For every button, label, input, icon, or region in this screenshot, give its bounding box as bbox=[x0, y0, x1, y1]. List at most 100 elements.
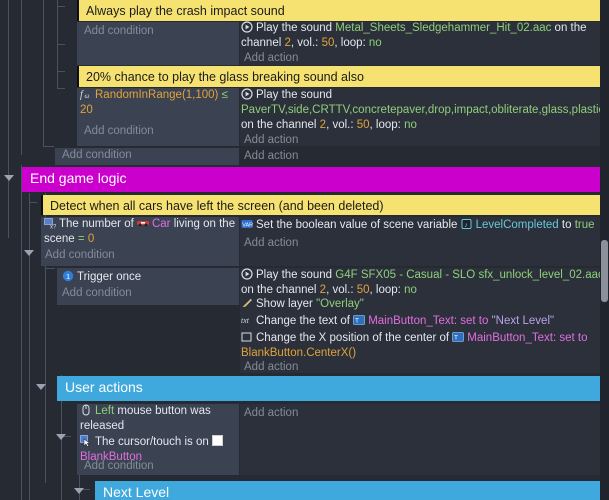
mouse-button: Left bbox=[95, 405, 115, 417]
loop-value: no bbox=[368, 37, 382, 49]
add-action-link[interactable]: Add action bbox=[244, 133, 298, 148]
action-text-pre: Show layer bbox=[256, 298, 317, 310]
svg-text:T: T bbox=[454, 335, 458, 342]
add-condition-bar[interactable]: Add condition bbox=[55, 148, 239, 165]
comment-glass-chance[interactable]: 20% chance to play the glass breaking so… bbox=[77, 66, 609, 87]
condition-text-pre: The number of bbox=[59, 218, 137, 230]
add-condition-link[interactable]: Add condition bbox=[45, 248, 115, 263]
mouse-icon bbox=[80, 404, 92, 416]
play-sound-icon bbox=[241, 88, 253, 100]
group-end-game-logic[interactable]: End game logic bbox=[22, 167, 609, 192]
tree-line bbox=[43, 146, 54, 147]
condition-text-pre: The cursor/touch is on bbox=[95, 436, 212, 448]
action-text-mid: : set to bbox=[453, 315, 492, 327]
tree-line bbox=[29, 202, 37, 203]
action-change-text[interactable]: txt Change the text of T MainButton_Text: … bbox=[241, 314, 607, 331]
vertical-scrollbar-thumb[interactable] bbox=[601, 240, 608, 302]
action-text-mid: on the channel bbox=[241, 119, 320, 131]
variable-name: LevelCompleted bbox=[475, 219, 559, 231]
svg-text:f: f bbox=[80, 90, 84, 101]
svg-text:1: 1 bbox=[66, 272, 70, 281]
action-play-glass-sound[interactable]: Play the sound PaverTV,side,CRTTV,concre… bbox=[241, 88, 609, 136]
action-text-pre: Change the X position of the center of bbox=[256, 332, 453, 344]
add-condition-link[interactable]: Add condition bbox=[62, 286, 132, 301]
condition-trigger-once[interactable]: 1 Trigger once bbox=[62, 270, 238, 286]
condition-random-in-range[interactable]: f ω RandomInRange(1,100) ≤ 20 bbox=[80, 88, 236, 120]
function-icon: fω bbox=[80, 88, 92, 101]
add-condition-link[interactable]: Add condition bbox=[84, 124, 154, 139]
collapse-arrow[interactable] bbox=[56, 434, 66, 440]
add-action-link[interactable]: Add action bbox=[244, 406, 298, 421]
loop-value: no bbox=[404, 119, 417, 131]
action-play-unlock-sound[interactable]: Play the sound G4F SFX05 - Casual - SLO … bbox=[241, 268, 607, 300]
cursor-icon bbox=[80, 435, 92, 447]
vol-label: , vol.: bbox=[326, 284, 357, 296]
condition-operator: = bbox=[77, 233, 85, 245]
tree-line bbox=[8, 0, 9, 238]
add-action-link[interactable]: Add action bbox=[244, 51, 298, 66]
collapse-arrow[interactable] bbox=[36, 384, 46, 390]
condition-expression: RandomInRange(1,100) bbox=[95, 89, 219, 101]
add-action-link[interactable]: Add action bbox=[244, 149, 298, 164]
sound-resource: G4F SFX05 - Casual - SLO sfx_unlock_leve… bbox=[335, 269, 604, 281]
action-text-prefix: Play the sound bbox=[256, 89, 333, 101]
collapse-arrow[interactable] bbox=[24, 250, 34, 256]
sound-resource: Metal_Sheets_Sledgehammer_Hit_02.aac bbox=[335, 22, 552, 34]
blankbutton-sprite-icon bbox=[211, 435, 223, 446]
group-next-level[interactable]: Next Level bbox=[95, 481, 609, 500]
group-user-actions[interactable]: User actions bbox=[57, 376, 609, 401]
svg-text:VAR: VAR bbox=[242, 222, 253, 228]
variable-value: true bbox=[574, 219, 595, 231]
tree-line bbox=[57, 6, 65, 7]
action-play-crash-sound[interactable]: Play the sound Metal_Sheets_Sledgehammer… bbox=[241, 21, 607, 53]
sound-resource: PaverTV,side,CRTTV,concretepaver,drop,im… bbox=[241, 104, 609, 116]
text-value: "Next Level" bbox=[491, 315, 555, 327]
trigger-once-icon: 1 bbox=[62, 270, 74, 282]
action-change-x-position[interactable]: Change the X position of the center of T… bbox=[241, 331, 607, 363]
vol-label: , vol.: bbox=[290, 37, 322, 49]
condition-label: Trigger once bbox=[77, 271, 142, 283]
add-action-link[interactable]: Add action bbox=[244, 236, 298, 251]
action-text-prefix: Play the sound bbox=[256, 22, 336, 34]
condition-car-count[interactable]: x? The number of Car living on the scene … bbox=[44, 217, 238, 249]
text-object-icon: T bbox=[452, 331, 465, 343]
tree-line bbox=[43, 0, 44, 146]
action-text-mid: on the channel bbox=[241, 284, 320, 296]
condition-operator: ≤ bbox=[221, 89, 228, 101]
comment-crash-impact[interactable]: Always play the crash impact sound bbox=[77, 0, 609, 21]
loop-value: no bbox=[404, 284, 417, 296]
text-icon: txt bbox=[241, 314, 253, 326]
position-icon bbox=[241, 331, 253, 343]
collapse-arrow[interactable] bbox=[74, 488, 84, 494]
tree-line bbox=[57, 71, 65, 72]
action-text-prefix: Play the sound bbox=[256, 269, 336, 281]
tree-line bbox=[57, 44, 65, 45]
collapse-arrow[interactable] bbox=[4, 175, 14, 181]
bool-variable-icon: ♪ bbox=[461, 218, 473, 230]
svg-text:txt: txt bbox=[241, 316, 250, 325]
text-object-icon: T bbox=[353, 314, 366, 326]
condition-value: 0 bbox=[87, 233, 95, 245]
action-show-layer[interactable]: Show layer "Overlay" bbox=[241, 297, 607, 314]
svg-text:T: T bbox=[355, 318, 359, 325]
tree-line bbox=[21, 0, 22, 155]
loop-label: , loop: bbox=[334, 37, 369, 49]
comment-detect-cars-left[interactable]: Detect when all cars have left the scree… bbox=[41, 195, 609, 215]
vol-value: 50 bbox=[321, 37, 335, 49]
svg-text:♪: ♪ bbox=[464, 222, 468, 229]
play-sound-icon bbox=[241, 21, 253, 33]
object-name: MainButton_Text bbox=[467, 332, 553, 344]
tree-line bbox=[57, 88, 65, 89]
svg-text:ω: ω bbox=[85, 92, 90, 100]
action-set-level-completed[interactable]: VAR Set the boolean value of scene variab… bbox=[241, 218, 609, 235]
tree-line bbox=[45, 268, 55, 269]
position-expression: BlankButton.CenterX() bbox=[241, 347, 357, 359]
event-sheet-canvas[interactable]: Always play the crash impact sound Add c… bbox=[0, 0, 609, 500]
add-action-link[interactable]: Add action bbox=[244, 360, 298, 375]
add-condition-link[interactable]: Add condition bbox=[84, 459, 154, 474]
play-sound-icon bbox=[241, 268, 253, 280]
add-condition-link[interactable]: Add condition bbox=[84, 24, 154, 39]
condition-mouse-released[interactable]: Left mouse button was released bbox=[80, 404, 237, 436]
action-text-mid: : set to bbox=[552, 332, 588, 344]
object-count-icon: x? bbox=[44, 217, 56, 229]
